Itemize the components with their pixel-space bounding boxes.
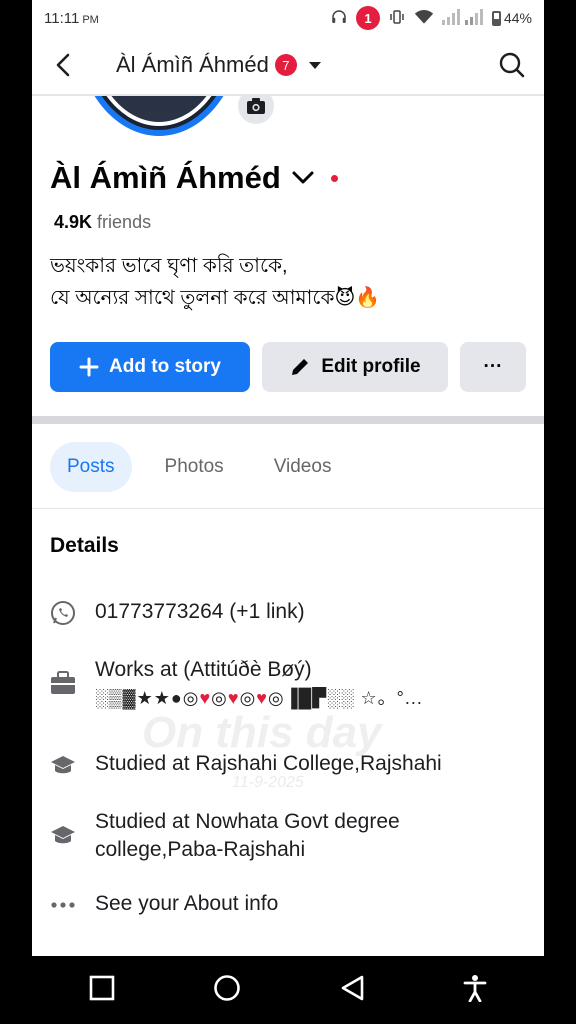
more-options-button[interactable]: ···: [460, 342, 526, 392]
tab-videos[interactable]: Videos: [257, 442, 349, 492]
profile-name-text: Àl Ámìñ Áhméd: [50, 160, 281, 195]
pencil-icon: [292, 359, 309, 375]
briefcase-icon: [50, 670, 76, 696]
search-button[interactable]: [480, 51, 544, 79]
profile-name: Àl Ámìñ Áhméd: [50, 160, 338, 196]
signal-icon: [441, 8, 484, 28]
status-bar: 11:11 PM 1 44%: [32, 0, 544, 36]
tab-posts[interactable]: Posts: [50, 442, 132, 492]
accessibility-icon[interactable]: [463, 974, 487, 1007]
add-to-story-button[interactable]: Add to story: [50, 342, 250, 392]
profile-tabs: Posts Photos Videos: [50, 442, 348, 492]
notification-badge: 1: [355, 6, 380, 30]
back-button[interactable]: [32, 52, 96, 78]
detail-education-1[interactable]: Studied at Rajshahi College,Rajshahi: [50, 750, 442, 778]
section-divider: [32, 416, 544, 424]
back-triangle-icon[interactable]: [339, 974, 365, 1007]
bio-line-2: যে অন্যের সাথে তুলনা করে আমাকে😈🔥: [50, 287, 381, 309]
profile-switcher[interactable]: Àl Ámìñ Áhméd 7: [116, 52, 321, 78]
work-text: Works at (Attitúðè Bøý): [95, 658, 312, 681]
caret-down-icon: [308, 61, 321, 69]
tabs-separator: [32, 508, 544, 509]
search-icon: [499, 52, 525, 78]
home-icon[interactable]: [213, 974, 241, 1007]
graduation-cap-icon: [50, 822, 76, 848]
whatsapp-icon: [50, 600, 76, 626]
detail-phone[interactable]: 01773773264 (+1 link): [50, 598, 305, 626]
more-dots-icon: [50, 892, 76, 918]
clock: 11:11 PM: [44, 9, 99, 27]
system-nav-bar: [0, 956, 576, 1024]
graduation-cap-icon: [50, 752, 76, 778]
chevron-left-icon: [56, 53, 70, 77]
bio-line-1: ভয়ংকার ভাবে ঘৃণা করি তাকে,: [50, 255, 288, 277]
headphones-icon: [330, 8, 348, 29]
detail-education-2[interactable]: Studied at Nowhata Govt degree college,P…: [50, 808, 400, 864]
work-decoration: ░▒▓★★●◎♥◎♥◎♥◎▐█▛░░ ☆。°...: [95, 688, 423, 708]
tab-photos[interactable]: Photos: [148, 442, 241, 492]
edit-profile-button[interactable]: Edit profile: [262, 342, 448, 392]
vibrate-icon: [388, 8, 406, 29]
header-title: Àl Ámìñ Áhméd: [116, 52, 269, 77]
battery-icon: 44%: [491, 10, 532, 26]
detail-work[interactable]: Works at (Attitúðè Bøý) ░▒▓★★●◎♥◎♥◎♥◎▐█▛…: [50, 656, 423, 712]
details-heading: Details: [50, 534, 119, 557]
profile-screen: Àl Ámìñ Áhméd 7 Àl Ámìñ Áhméd 4.9K frien…: [32, 36, 544, 956]
plus-icon: [79, 357, 99, 377]
wifi-icon: [414, 8, 434, 29]
friends-count[interactable]: 4.9K friends: [54, 212, 151, 233]
chevron-down-icon[interactable]: [291, 170, 315, 186]
status-icons: 1 44%: [330, 6, 532, 30]
top-app-bar: Àl Ámìñ Áhméd 7: [32, 36, 544, 96]
bio: ভয়ংকার ভাবে ঘৃণা করি তাকে, যে অন্যের সা…: [50, 250, 380, 314]
camera-icon: [247, 98, 265, 114]
header-badge: 7: [274, 54, 297, 76]
red-dot-indicator: [330, 174, 338, 182]
recents-icon[interactable]: [89, 975, 115, 1006]
see-about-info[interactable]: See your About info: [50, 890, 278, 918]
